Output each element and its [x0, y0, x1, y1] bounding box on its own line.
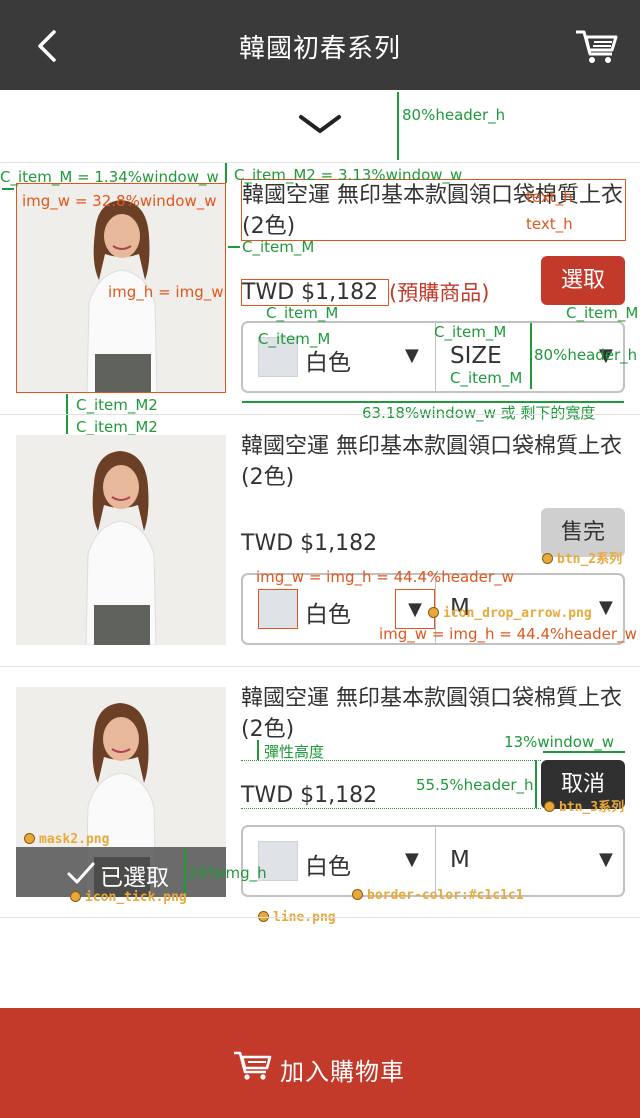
- annotation: C_item_M = 1.34%window_w: [0, 168, 219, 186]
- option-divider: [435, 827, 436, 895]
- annotation: 24%img_h: [188, 864, 267, 882]
- add-to-cart-label[interactable]: 加入購物車: [280, 1052, 405, 1087]
- annotation: img_w = img_h = 44.4%header_w: [379, 625, 637, 643]
- annotation: C_item_M2: [76, 396, 158, 414]
- drop-arrow-icon[interactable]: ▼: [599, 597, 613, 618]
- color-label[interactable]: 白色: [305, 595, 351, 629]
- annotation: 80%header_h: [402, 106, 506, 124]
- tick-icon: [67, 862, 95, 884]
- annotation: btn_2系列: [542, 548, 622, 567]
- app-header: 韓國初春系列: [0, 0, 640, 90]
- annotation: C_item_M: [566, 304, 639, 322]
- annotation: text_h: [526, 215, 573, 233]
- color-swatch[interactable]: [258, 589, 298, 629]
- model-photo-icon: [16, 435, 226, 645]
- annotation: C_item_M: [258, 330, 331, 348]
- annotation: C_item_M2 = 3.13%window_w: [234, 166, 463, 184]
- annotation: 彈性高度: [264, 743, 325, 761]
- product-list-page: 韓國初春系列 80%header_h 韓國空運 無印基本款圓領口袋棉質上衣(2色…: [0, 0, 640, 1118]
- drop-arrow-icon[interactable]: ▼: [405, 849, 419, 870]
- collapse-chevron-icon[interactable]: [298, 112, 342, 138]
- add-to-cart-bar[interactable]: 加入購物車: [0, 1008, 640, 1118]
- drop-arrow-icon[interactable]: ▼: [405, 345, 419, 366]
- selected-label: 已選取: [100, 865, 169, 891]
- annotation: C_item_M: [450, 369, 523, 387]
- annotation-line: [225, 163, 227, 183]
- cart-icon: [234, 1051, 272, 1080]
- annotation-line: [397, 92, 399, 160]
- annotation: img_w = 32.8%window_w: [22, 192, 217, 210]
- color-label[interactable]: 白色: [305, 847, 351, 881]
- annotation: 80%header_h: [534, 346, 638, 364]
- annotation-line: [530, 323, 532, 389]
- annotation-line: [2, 188, 14, 190]
- size-label[interactable]: M: [450, 847, 470, 873]
- product-price: TWD $1,182: [241, 783, 378, 808]
- annotation: C_item_M: [434, 323, 507, 341]
- annotation: C_item_M: [266, 304, 339, 322]
- annotation: icon_tick.png: [70, 890, 187, 905]
- drop-arrow-icon[interactable]: ▼: [599, 849, 613, 870]
- annotation: img_h = img_w: [108, 283, 224, 301]
- product-item[interactable]: 已選取 韓國空運 無印基本款圓領口袋棉質上衣(2色) TWD $1,182 取消…: [0, 667, 640, 919]
- product-name: 韓國空運 無印基本款圓領口袋棉質上衣(2色): [241, 434, 622, 490]
- annotation: border-color:#c1c1c1: [352, 888, 524, 903]
- product-price: TWD $1,182: [241, 531, 378, 556]
- annotation-line: [257, 740, 259, 760]
- product-price: TWD $1,182: [241, 279, 390, 306]
- annotation: icon_drop_arrow.png: [428, 606, 592, 621]
- cart-icon[interactable]: [574, 26, 618, 66]
- annotation: mask2.png: [24, 832, 109, 847]
- option-selector: 白色 ▼ M ▼: [241, 825, 625, 897]
- annotation-line: [535, 760, 537, 808]
- select-button[interactable]: 選取: [541, 256, 625, 305]
- annotation: btn_3系列: [544, 796, 624, 815]
- annotation-line: [228, 246, 240, 248]
- annotation-line: [543, 751, 625, 753]
- color-label[interactable]: 白色: [305, 343, 351, 377]
- annotation: img_w = img_h = 44.4%header_w: [256, 568, 514, 586]
- product-image[interactable]: [16, 435, 226, 645]
- annotation: 55.5%header_h: [416, 776, 534, 794]
- divider: [0, 917, 640, 918]
- annotation-line: [241, 808, 541, 809]
- annotation-line: [241, 760, 541, 761]
- preorder-label: (預購商品): [389, 281, 490, 305]
- annotation: text_h: [526, 188, 573, 206]
- annotation: 13%window_w: [504, 733, 615, 751]
- size-label[interactable]: SIZE: [450, 343, 502, 369]
- page-title: 韓國初春系列: [238, 34, 401, 64]
- annotation: C_item_M: [242, 238, 315, 256]
- annotation-line: [184, 848, 186, 896]
